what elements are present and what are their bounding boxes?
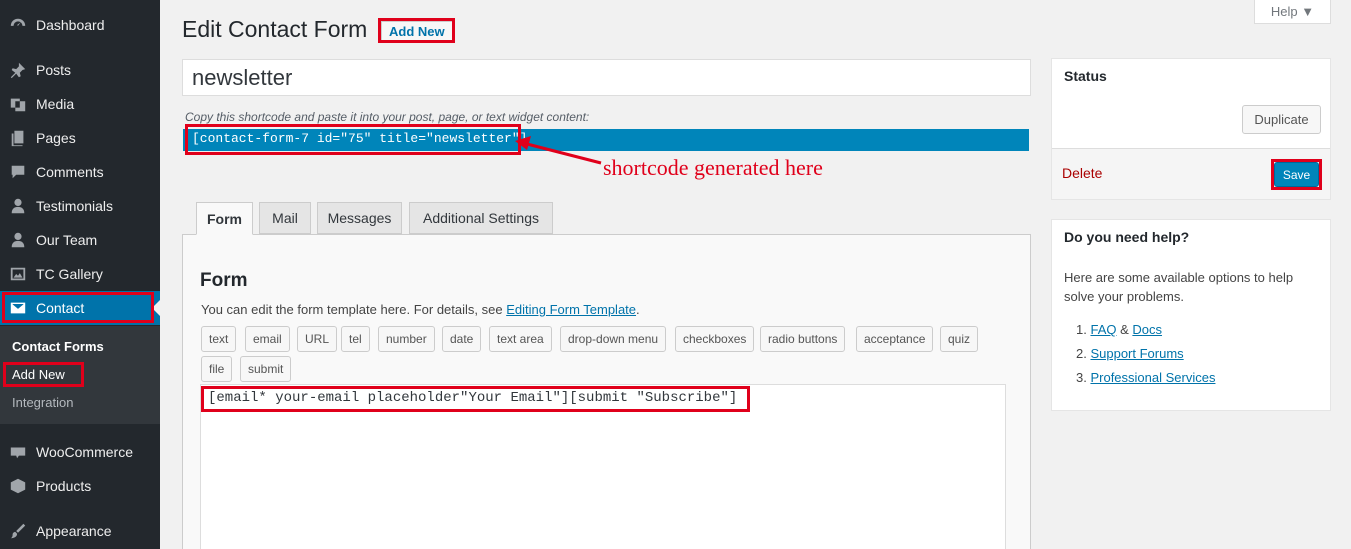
user-icon bbox=[8, 196, 28, 216]
products-icon bbox=[8, 476, 28, 496]
add-new-button[interactable]: Add New bbox=[381, 21, 453, 41]
sidebar-item-products[interactable]: Products bbox=[0, 469, 160, 503]
annotation-label: shortcode generated here bbox=[603, 155, 823, 180]
tag-button-quiz[interactable]: quiz bbox=[940, 326, 979, 352]
tag-button-file[interactable]: file bbox=[201, 356, 233, 382]
sidebar-item-label: Comments bbox=[36, 164, 104, 180]
contact-submenu: Contact Forms Add New Integration bbox=[0, 326, 160, 424]
shortcode-text[interactable]: [contact-form-7 id="75" title="newslette… bbox=[192, 131, 527, 146]
submenu-contact-forms[interactable]: Contact Forms bbox=[12, 339, 104, 354]
annotation-arrow bbox=[515, 136, 602, 165]
tag-button-drop-down-menu[interactable]: drop-down menu bbox=[560, 326, 667, 352]
dashboard-icon bbox=[8, 15, 28, 35]
sidebar-item-label: TC Gallery bbox=[36, 266, 103, 282]
tab-additional-settings[interactable]: Additional Settings bbox=[409, 202, 553, 234]
sidebar-item-contact[interactable]: Contact bbox=[0, 291, 160, 325]
tag-button-submit[interactable]: submit bbox=[240, 356, 292, 382]
form-template-text[interactable]: [email* your-email placeholder"Your Emai… bbox=[208, 390, 737, 406]
tag-button-tel[interactable]: tel bbox=[341, 326, 370, 352]
mail-icon bbox=[8, 298, 28, 318]
sidebar-item-label: Contact bbox=[36, 300, 85, 316]
active-menu-arrow bbox=[152, 300, 160, 316]
shortcode-hint: Copy this shortcode and paste it into yo… bbox=[185, 110, 590, 124]
sidebar-item-label: Appearance bbox=[36, 523, 112, 539]
delete-link[interactable]: Delete bbox=[1062, 165, 1102, 181]
help-tab-button[interactable]: Help ▼ bbox=[1254, 0, 1331, 24]
sidebar-item-our-team[interactable]: Our Team bbox=[0, 223, 160, 257]
sidebar-item-label: Testimonials bbox=[36, 198, 114, 214]
professional-services-link[interactable]: Professional Services bbox=[1090, 370, 1215, 385]
form-desc-end: . bbox=[636, 302, 640, 317]
gallery-icon bbox=[8, 264, 28, 284]
tab-messages[interactable]: Messages bbox=[317, 202, 402, 234]
brush-icon bbox=[8, 521, 28, 541]
sidebar-item-comments[interactable]: Comments bbox=[0, 155, 160, 189]
sidebar-item-woocommerce[interactable]: WooCommerce bbox=[0, 435, 160, 469]
tag-button-date[interactable]: date bbox=[442, 326, 482, 352]
submenu-add-new[interactable]: Add New bbox=[12, 367, 65, 382]
user-icon bbox=[8, 230, 28, 250]
help-item-number: 2. bbox=[1076, 346, 1087, 361]
sidebar-item-dashboard[interactable]: Dashboard bbox=[0, 8, 160, 42]
tag-button-text-area[interactable]: text area bbox=[489, 326, 552, 352]
help-box-description: Here are some available options to help … bbox=[1064, 270, 1294, 304]
tag-button-url[interactable]: URL bbox=[297, 326, 338, 352]
help-item-faq-docs: 1. FAQ & Docs bbox=[1076, 322, 1162, 337]
sidebar-item-media[interactable]: Media bbox=[0, 87, 160, 121]
help-item-support: 2. Support Forums bbox=[1076, 346, 1184, 361]
help-item-professional: 3. Professional Services bbox=[1076, 370, 1215, 385]
sidebar-item-pages[interactable]: Pages bbox=[0, 121, 160, 155]
tag-button-checkboxes[interactable]: checkboxes bbox=[675, 326, 755, 352]
help-item-sep: & bbox=[1116, 322, 1133, 337]
save-button[interactable]: Save bbox=[1274, 162, 1319, 187]
tag-button-text[interactable]: text bbox=[201, 326, 237, 352]
submenu-integration[interactable]: Integration bbox=[12, 395, 73, 410]
tag-button-radio-buttons[interactable]: radio buttons bbox=[760, 326, 846, 352]
tag-button-email[interactable]: email bbox=[245, 326, 290, 352]
sidebar-item-label: Media bbox=[36, 96, 75, 112]
editing-form-template-link[interactable]: Editing Form Template bbox=[506, 302, 636, 317]
tag-button-number[interactable]: number bbox=[378, 326, 435, 352]
pin-icon bbox=[8, 60, 28, 80]
sidebar-item-posts[interactable]: Posts bbox=[0, 53, 160, 87]
docs-link[interactable]: Docs bbox=[1132, 322, 1162, 337]
comments-icon bbox=[8, 162, 28, 182]
help-box-title: Do you need help? bbox=[1064, 229, 1190, 245]
sidebar-item-testimonials[interactable]: Testimonials bbox=[0, 189, 160, 223]
tag-button-acceptance[interactable]: acceptance bbox=[856, 326, 934, 352]
page-title: Edit Contact Form bbox=[182, 16, 368, 42]
tab-mail[interactable]: Mail bbox=[259, 202, 311, 234]
sidebar-item-label: Posts bbox=[36, 62, 72, 78]
pages-icon bbox=[8, 128, 28, 148]
help-item-number: 1. bbox=[1076, 322, 1087, 337]
tab-form[interactable]: Form bbox=[196, 202, 253, 235]
form-panel-description: You can edit the form template here. For… bbox=[201, 302, 640, 317]
media-icon bbox=[8, 94, 28, 114]
form-desc-text: You can edit the form template here. For… bbox=[201, 302, 507, 317]
form-title-input[interactable] bbox=[182, 59, 1031, 96]
sidebar-item-label: Pages bbox=[36, 130, 76, 146]
faq-link[interactable]: FAQ bbox=[1090, 322, 1116, 337]
sidebar-item-tc-gallery[interactable]: TC Gallery bbox=[0, 257, 160, 291]
support-forums-link[interactable]: Support Forums bbox=[1090, 346, 1183, 361]
sidebar-item-label: WooCommerce bbox=[36, 444, 133, 460]
sidebar-item-label: Dashboard bbox=[36, 17, 105, 33]
sidebar-item-label: Our Team bbox=[36, 232, 98, 248]
form-panel-heading: Form bbox=[200, 270, 248, 291]
sidebar-item-label: Products bbox=[36, 478, 92, 494]
admin-sidebar: Dashboard Posts Media Pages Comments Tes… bbox=[0, 0, 160, 549]
status-title: Status bbox=[1064, 68, 1107, 84]
form-template-editor[interactable] bbox=[200, 384, 1006, 549]
sidebar-item-appearance[interactable]: Appearance bbox=[0, 514, 160, 548]
woocommerce-icon bbox=[8, 442, 28, 462]
duplicate-button[interactable]: Duplicate bbox=[1242, 105, 1321, 134]
help-item-number: 3. bbox=[1076, 370, 1087, 385]
